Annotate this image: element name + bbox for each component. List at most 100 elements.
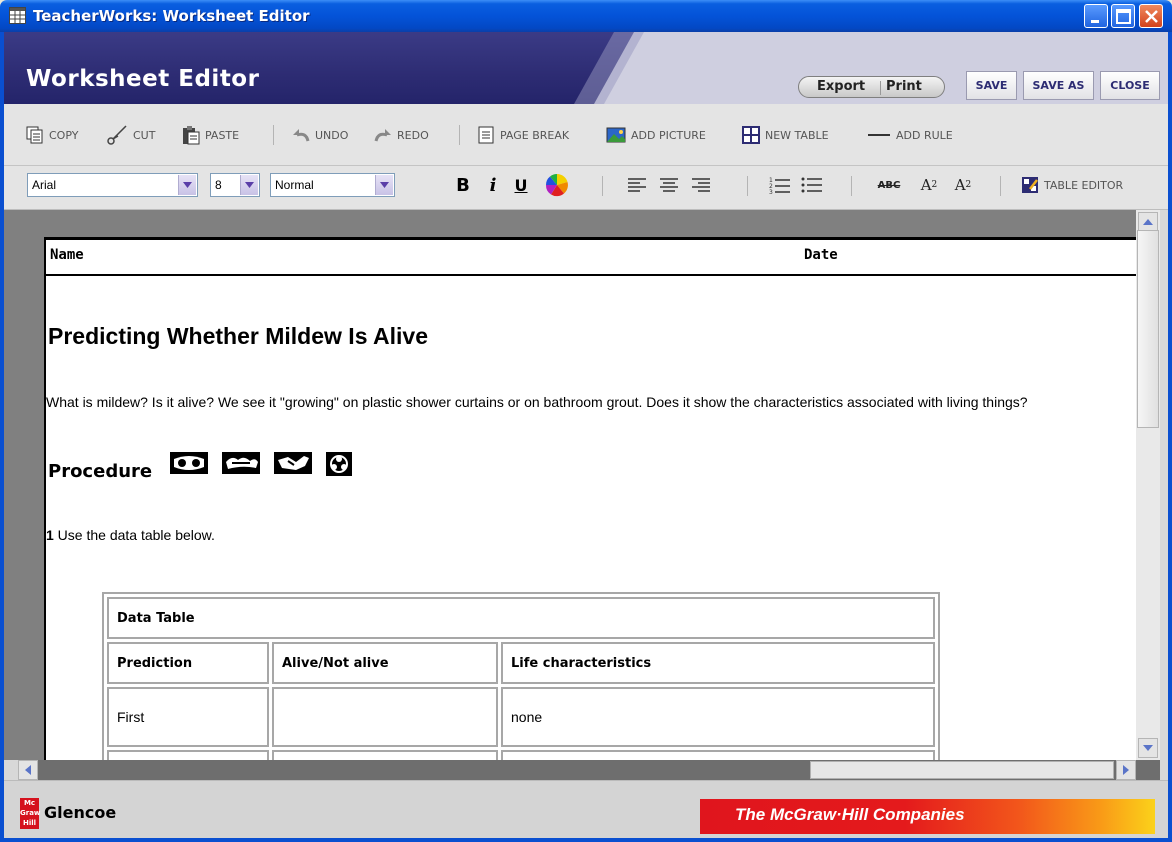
strikethrough-button[interactable]: ABC <box>875 172 903 198</box>
clothing-protection-icon[interactable] <box>222 452 260 474</box>
color-wheel-icon <box>545 173 568 197</box>
add-rule-label: ADD RULE <box>896 128 953 142</box>
export-button[interactable]: Export <box>817 79 865 94</box>
italic-button[interactable]: i <box>483 172 503 198</box>
chevron-down-icon[interactable] <box>240 175 258 195</box>
window-title: TeacherWorks: Worksheet Editor <box>33 7 310 25</box>
align-right-button[interactable] <box>690 172 712 198</box>
step-1[interactable]: 1 Use the data table below. <box>46 527 215 543</box>
step-number: 1 <box>46 527 54 543</box>
add-picture-button[interactable]: ADD PICTURE <box>606 124 706 146</box>
new-table-label: NEW TABLE <box>765 128 829 142</box>
bullet-list-button[interactable] <box>800 172 824 198</box>
worksheet-page[interactable]: Name Date Predicting Whether Mildew Is A… <box>44 237 1136 760</box>
procedure-heading[interactable]: Procedure <box>48 461 152 482</box>
scroll-down-button[interactable] <box>1138 738 1158 758</box>
style-select[interactable]: Normal <box>270 173 395 197</box>
page-break-icon <box>478 126 494 144</box>
chevron-down-icon[interactable] <box>178 175 196 195</box>
horizontal-scroll-thumb[interactable] <box>810 761 1114 779</box>
undo-label: UNDO <box>315 128 349 142</box>
subscript-button[interactable]: A2 <box>952 172 974 198</box>
safety-icons <box>170 452 352 476</box>
table-cell[interactable] <box>107 750 269 760</box>
table-cell[interactable] <box>272 750 498 760</box>
chevron-down-icon[interactable] <box>375 175 393 195</box>
minimize-icon <box>1091 20 1099 23</box>
table-header-alive[interactable]: Alive/Not alive <box>272 642 498 684</box>
save-button[interactable]: SAVE <box>966 71 1017 100</box>
bullet-list-icon <box>801 177 822 193</box>
align-center-button[interactable] <box>658 172 680 198</box>
align-left-icon <box>628 178 646 192</box>
superscript-letter: A <box>920 176 932 194</box>
app-icon <box>9 7 26 24</box>
edit-toolbar <box>4 104 1168 166</box>
scroll-left-button[interactable] <box>18 760 38 780</box>
table-header-characteristics[interactable]: Life characteristics <box>501 642 935 684</box>
arrow-up-icon <box>1143 219 1153 225</box>
print-button[interactable]: Print <box>886 79 922 94</box>
name-date-header: Name Date <box>46 240 1136 276</box>
vertical-scroll-thumb[interactable] <box>1137 230 1159 428</box>
close-icon <box>1145 10 1158 23</box>
window-title-bar[interactable]: TeacherWorks: Worksheet Editor <box>0 0 1172 32</box>
app-header-title: Worksheet Editor <box>26 66 260 92</box>
rule-icon <box>868 134 890 136</box>
align-center-icon <box>660 178 678 192</box>
undo-icon <box>293 129 310 142</box>
size-select[interactable]: 8 <box>210 173 260 197</box>
font-select[interactable]: Arial <box>27 173 198 197</box>
worksheet-title[interactable]: Predicting Whether Mildew Is Alive <box>48 323 428 350</box>
table-cell[interactable] <box>501 750 935 760</box>
add-rule-button[interactable]: ADD RULE <box>867 124 953 146</box>
maximize-button[interactable] <box>1111 4 1135 28</box>
align-right-icon <box>692 178 710 192</box>
step-text: Use the data table below. <box>53 527 215 543</box>
arrow-right-icon <box>1123 765 1129 775</box>
table-editor-button[interactable]: TABLE EDITOR <box>1021 174 1123 196</box>
align-left-button[interactable] <box>626 172 648 198</box>
maximize-icon <box>1116 9 1131 24</box>
paste-button[interactable]: PASTE <box>182 124 239 146</box>
intro-paragraph[interactable]: What is mildew? Is it alive? We see it "… <box>46 392 1126 412</box>
biohazard-icon[interactable] <box>326 452 352 476</box>
table-caption[interactable]: Data Table <box>107 597 935 639</box>
copy-button[interactable]: COPY <box>26 124 78 146</box>
text-color-button[interactable] <box>544 172 570 198</box>
undo-button[interactable]: UNDO <box>292 124 348 146</box>
redo-icon <box>374 129 391 142</box>
hand-wash-icon[interactable] <box>274 452 312 474</box>
window-close-button[interactable] <box>1139 4 1163 28</box>
underline-button[interactable]: U <box>510 172 532 198</box>
table-row <box>107 750 935 760</box>
toolbar-divider <box>273 125 274 145</box>
picture-icon <box>606 127 626 143</box>
table-cell[interactable] <box>272 687 498 747</box>
redo-label: REDO <box>397 128 429 142</box>
close-button[interactable]: CLOSE <box>1100 71 1160 100</box>
new-table-button[interactable]: NEW TABLE <box>742 124 829 146</box>
toolbar-divider <box>747 176 748 196</box>
scroll-up-button[interactable] <box>1138 212 1158 232</box>
paste-icon <box>183 126 200 145</box>
data-table[interactable]: Data Table Prediction Alive/Not alive Li… <box>102 592 940 760</box>
redo-button[interactable]: REDO <box>374 124 429 146</box>
minimize-button[interactable] <box>1084 4 1108 28</box>
toolbar-divider <box>602 176 603 196</box>
save-as-button[interactable]: SAVE AS <box>1023 71 1094 100</box>
table-cell[interactable]: none <box>501 687 935 747</box>
cut-button[interactable]: CUT <box>106 124 155 146</box>
page-break-button[interactable]: PAGE BREAK <box>478 124 569 146</box>
date-label: Date <box>804 247 838 263</box>
table-cell[interactable]: First <box>107 687 269 747</box>
numbered-list-button[interactable]: 123 <box>768 172 792 198</box>
toolbar-divider <box>1000 176 1001 196</box>
table-header-prediction[interactable]: Prediction <box>107 642 269 684</box>
copy-icon <box>26 126 43 144</box>
eye-safety-icon[interactable] <box>170 452 208 474</box>
bold-button[interactable]: B <box>452 172 474 198</box>
scroll-right-button[interactable] <box>1116 760 1136 780</box>
superscript-button[interactable]: A2 <box>918 172 940 198</box>
font-value: Arial <box>32 178 57 192</box>
